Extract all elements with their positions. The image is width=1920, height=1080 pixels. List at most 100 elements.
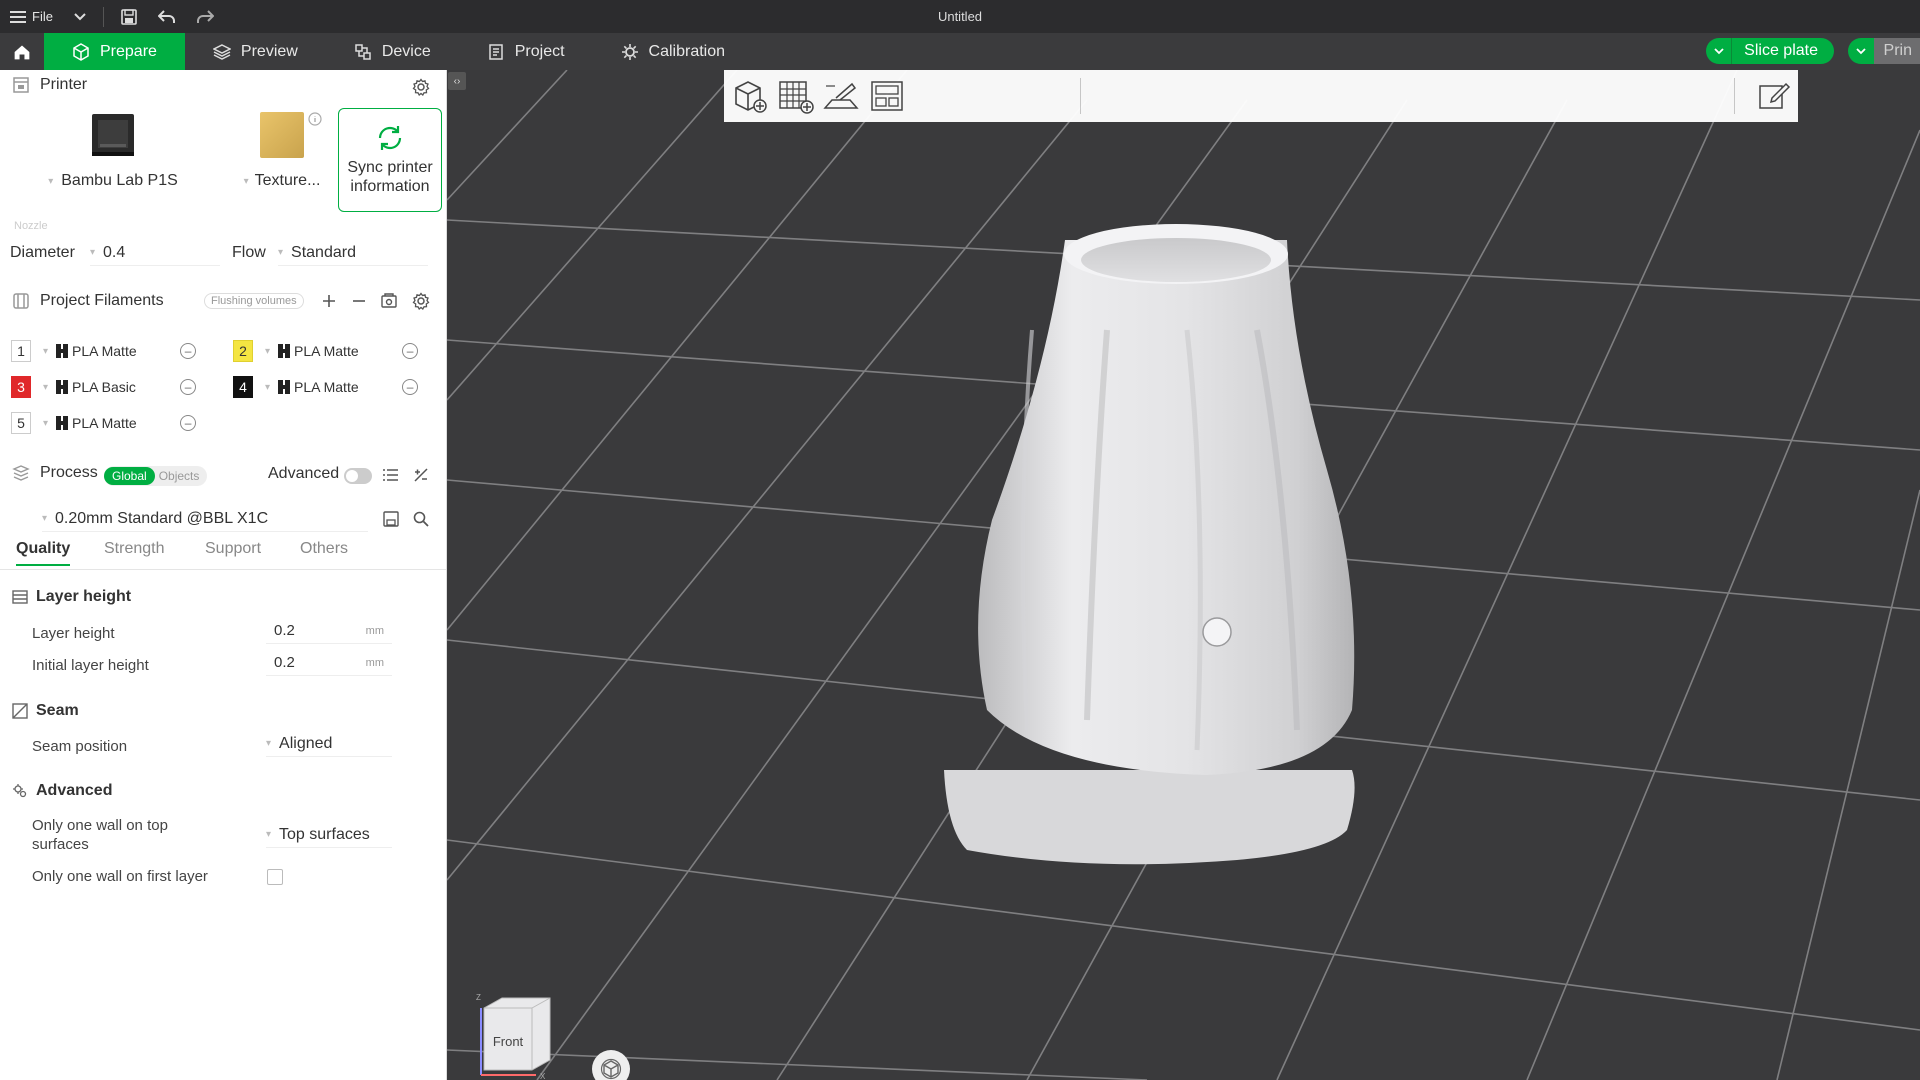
flushing-volumes-button[interactable]: Flushing volumes (204, 293, 304, 309)
chevron-down-icon (1855, 48, 1866, 55)
divider (102, 6, 104, 27)
tab-preview[interactable]: Preview (185, 33, 326, 70)
add-filament-icon[interactable] (320, 292, 338, 310)
save-preset-icon[interactable] (382, 510, 400, 528)
arrange-icon[interactable] (868, 78, 906, 114)
chevron-down-icon: ▾ (266, 738, 272, 749)
objects-option[interactable]: Objects (155, 467, 208, 485)
vase-model[interactable] (944, 224, 1355, 865)
tab-others[interactable]: Others (300, 540, 348, 564)
undo-icon (157, 9, 175, 23)
initial-layer-height-input[interactable]: 0.2 mm (266, 650, 392, 676)
tab-calibration[interactable]: Calibration (593, 33, 753, 70)
process-section-title: Process (40, 464, 98, 481)
flow-value: Standard (291, 243, 356, 261)
slice-options-dropdown[interactable] (1706, 38, 1733, 64)
print-options-dropdown[interactable] (1847, 38, 1874, 64)
flow-select[interactable]: ▾ Standard (278, 240, 428, 266)
reset-view-button[interactable] (592, 1050, 630, 1080)
one-wall-top-select[interactable]: ▾ Top surfaces (266, 822, 392, 848)
filament-slot-3[interactable]: 3 ▾ PLA Basic – (11, 374, 197, 400)
filament-slot-2[interactable]: 2 ▾ PLA Matte – (233, 338, 419, 364)
layer-height-value: 0.2 (274, 622, 295, 639)
filament-remove-icon[interactable]: – (402, 379, 419, 395)
add-object-icon[interactable] (730, 78, 768, 114)
group-label: Advanced (36, 782, 113, 799)
initial-layer-height-value: 0.2 (274, 654, 295, 671)
sync-printer-info-button[interactable]: Sync printer information (338, 108, 442, 212)
chevron-down-icon: ▾ (265, 381, 271, 393)
seam-position-select[interactable]: ▾ Aligned (266, 731, 392, 757)
chevron-down-icon (74, 12, 86, 20)
diameter-select[interactable]: ▾ 0.4 (90, 240, 220, 266)
redo-button[interactable] (186, 0, 224, 33)
slice-plate-label: Slice plate (1744, 42, 1818, 59)
one-wall-first-layer-checkbox[interactable] (267, 869, 283, 885)
axis-x-label: X (540, 1072, 546, 1080)
filament-remove-icon[interactable]: – (180, 415, 197, 431)
filament-slot-1[interactable]: 1 ▾ PLA Matte – (11, 338, 197, 364)
filament-slot-5[interactable]: 5 ▾ PLA Matte – (11, 410, 197, 436)
printer-model-selector[interactable]: ▾ Bambu Lab P1S (38, 112, 188, 190)
printer-model-name: Bambu Lab P1S (61, 172, 178, 189)
tab-prepare[interactable]: Prepare (44, 33, 185, 70)
filament-sync-icon[interactable] (380, 292, 398, 310)
auto-orient-icon[interactable] (822, 78, 860, 114)
tab-label: Project (514, 42, 565, 60)
filament-remove-icon[interactable]: – (180, 379, 197, 395)
window-title: Untitled (937, 9, 983, 24)
slice-plate-button[interactable]: Slice plate (1706, 38, 1834, 64)
list-icon[interactable] (382, 466, 400, 484)
file-menu[interactable]: File (0, 0, 63, 33)
filament-index-badge: 5 (11, 412, 31, 434)
remove-filament-icon[interactable] (350, 292, 368, 310)
chevron-down-icon: ▾ (266, 829, 272, 840)
save-button[interactable] (110, 0, 148, 33)
seam-icon (12, 703, 28, 719)
printer-image (92, 114, 134, 156)
collapse-panel-button[interactable]: ‹› (448, 72, 466, 90)
filament-remove-icon[interactable]: – (402, 343, 419, 359)
filament-slot-4[interactable]: 4 ▾ PLA Matte – (233, 374, 419, 400)
filaments-section-title: Project Filaments (40, 292, 164, 309)
process-scope-toggle[interactable]: Global Objects (104, 466, 208, 486)
add-plate-icon[interactable] (776, 78, 814, 114)
printer-settings-gear-icon[interactable] (412, 78, 430, 96)
chevron-down-icon: ▾ (43, 381, 49, 393)
view-cube[interactable]: Front Z X (476, 990, 554, 1080)
bambu-logo-icon (56, 380, 69, 394)
bambu-logo-icon (278, 344, 291, 358)
global-option[interactable]: Global (104, 467, 155, 485)
process-preset-value: 0.20mm Standard @BBL X1C (55, 509, 269, 527)
filament-settings-gear-icon[interactable] (412, 292, 430, 310)
filament-name: PLA Basic (72, 379, 136, 395)
chevron-down-icon: ▾ (243, 175, 249, 187)
filament-name: PLA Matte (72, 415, 137, 431)
unit-label: mm (365, 624, 384, 637)
compare-icon[interactable] (412, 466, 430, 484)
info-icon[interactable] (308, 112, 322, 126)
toolbar-divider (1734, 78, 1735, 114)
layer-height-input[interactable]: 0.2 mm (266, 618, 392, 644)
camera-reset-icon (600, 1058, 622, 1080)
print-plate-button[interactable]: Prin (1847, 38, 1920, 64)
process-preset-select[interactable]: ▾ 0.20mm Standard @BBL X1C (42, 506, 368, 532)
tab-project[interactable]: Project (459, 33, 593, 70)
undo-button[interactable] (148, 0, 186, 33)
tab-quality[interactable]: Quality (16, 540, 71, 566)
filament-remove-icon[interactable]: – (180, 343, 197, 359)
tab-strength[interactable]: Strength (104, 540, 164, 564)
nozzle-label: Nozzle (14, 220, 48, 232)
home-button[interactable] (0, 33, 44, 70)
edit-object-icon[interactable] (1754, 78, 1792, 114)
search-icon[interactable] (412, 510, 430, 528)
plate-type-selector[interactable]: ▾ Texture... (232, 112, 332, 190)
build-plate-grid (447, 70, 1920, 1080)
file-dropdown-button[interactable] (63, 0, 97, 33)
advanced-toggle-switch[interactable] (344, 468, 372, 484)
3d-viewport[interactable] (447, 70, 1920, 1080)
tab-support[interactable]: Support (205, 540, 261, 564)
tab-device[interactable]: Device (326, 33, 459, 70)
calibration-icon (621, 43, 638, 60)
chevron-down-icon: ▾ (43, 345, 49, 357)
